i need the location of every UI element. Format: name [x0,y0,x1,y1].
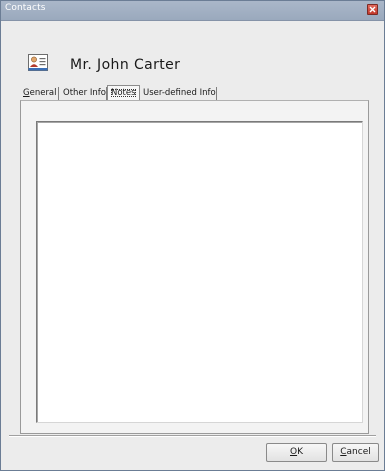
tab-general-mnemonic: G [23,88,30,98]
tab-other-info-label: Other Info [63,88,106,98]
tab-general-label: eneral [29,88,57,98]
cancel-button[interactable]: Cancel [332,443,379,462]
notes-textarea[interactable] [36,121,363,423]
tab-notes-label: Notes [110,88,136,98]
tab-other-info[interactable]: Other Info [61,87,107,100]
ok-button[interactable]: OK [266,443,327,462]
contact-name: Mr. John Carter [70,57,181,73]
cancel-label: ancel [346,447,371,457]
tab-general[interactable]: General [21,87,59,100]
contact-card-icon [28,54,48,71]
ok-label: K [297,447,303,457]
tab-user-defined-info-label: User-defined Info [143,88,216,98]
footer-divider [9,435,376,437]
notes-panel [20,100,369,434]
title-bar[interactable]: Contacts [1,1,384,21]
window-title: Contacts [5,3,46,13]
tab-user-defined-info[interactable]: User-defined Info [141,87,217,100]
close-icon [369,6,376,13]
tab-notes[interactable]: Notes [107,85,140,101]
contacts-dialog: Contacts Mr. John Carter General Other I… [0,0,385,471]
close-button[interactable] [367,4,378,15]
